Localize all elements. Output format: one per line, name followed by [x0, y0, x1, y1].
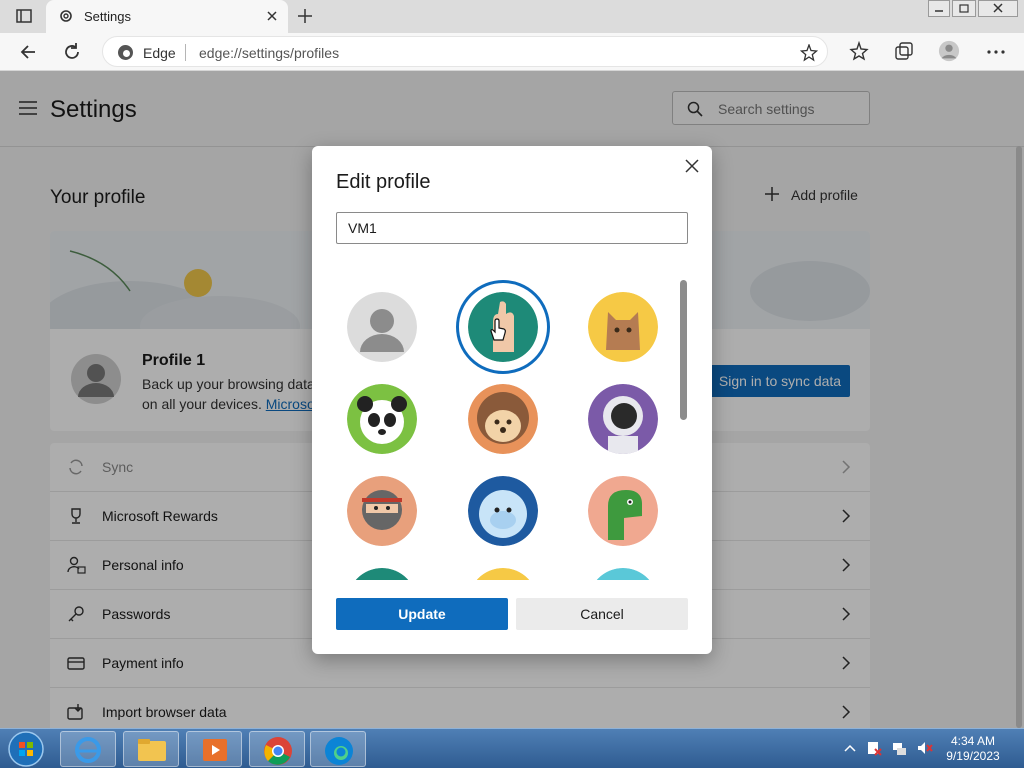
taskbar: 4:34 AM 9/19/2023	[0, 728, 1024, 768]
address-url[interactable]: edge://settings/profiles	[199, 45, 339, 61]
dialog-title: Edit profile	[336, 171, 431, 193]
browser-toolbar: Edge edge://settings/profiles	[0, 33, 1024, 71]
avatar-option-astronaut[interactable]	[588, 384, 658, 454]
tab-title: Settings	[84, 9, 131, 24]
restore-button[interactable]	[952, 0, 976, 17]
address-bar[interactable]: Edge edge://settings/profiles	[102, 36, 828, 67]
more-menu-icon[interactable]	[985, 41, 1007, 63]
start-button-icon[interactable]	[6, 730, 46, 768]
new-tab-icon[interactable]	[297, 8, 313, 24]
cancel-button[interactable]: Cancel	[516, 598, 688, 630]
add-favorite-icon[interactable]	[800, 44, 818, 62]
edit-profile-dialog: Edit profile VM1 Update Cancel	[312, 146, 712, 654]
chrome-icon	[264, 737, 292, 765]
avatar-scrollbar[interactable]	[680, 280, 687, 420]
taskbar-explorer-button[interactable]	[123, 731, 179, 767]
edge-icon	[325, 737, 353, 765]
taskbar-ie-button[interactable]	[60, 731, 116, 767]
collections-icon[interactable]	[893, 41, 915, 63]
close-window-button[interactable]	[978, 0, 1018, 17]
avatar-option-cat[interactable]	[588, 292, 658, 362]
taskbar-clock[interactable]: 4:34 AM 9/19/2023	[940, 734, 1006, 764]
update-button[interactable]: Update	[336, 598, 508, 630]
avatar-option-dinosaur[interactable]	[588, 476, 658, 546]
avatar-option-panda[interactable]	[347, 384, 417, 454]
media-player-icon	[203, 739, 227, 761]
close-tab-icon[interactable]	[264, 8, 280, 24]
taskbar-chrome-button[interactable]	[249, 731, 305, 767]
avatar-option-partial-3[interactable]	[588, 568, 658, 580]
avatar-option-ninja[interactable]	[347, 476, 417, 546]
refresh-icon[interactable]	[61, 41, 83, 63]
avatar-option-default-person[interactable]	[347, 292, 417, 362]
avatar-option-partial-1[interactable]	[347, 568, 417, 580]
profile-name-field[interactable]	[336, 212, 688, 244]
profile-avatar-icon[interactable]	[938, 40, 960, 62]
avatar-option-hedgehog[interactable]	[468, 384, 538, 454]
address-site-label: Edge	[143, 45, 176, 61]
folder-icon	[138, 739, 166, 761]
volume-muted-icon[interactable]	[916, 740, 934, 756]
tab-actions-icon[interactable]	[16, 8, 32, 24]
taskbar-edge-button[interactable]	[310, 731, 366, 767]
close-icon[interactable]	[682, 156, 702, 176]
show-hidden-icons-icon[interactable]	[844, 743, 856, 753]
hand-cursor-icon	[490, 318, 506, 341]
avatar-option-yeti[interactable]	[468, 476, 538, 546]
action-center-icon[interactable]	[866, 740, 882, 756]
tab-bar: Settings	[0, 0, 1024, 33]
clock-time: 4:34 AM	[950, 734, 996, 748]
tab-settings[interactable]: Settings	[46, 0, 288, 33]
favorites-icon[interactable]	[849, 41, 871, 63]
clock-date: 9/19/2023	[946, 749, 1000, 763]
edge-logo-icon	[118, 45, 133, 60]
avatar-option-partial-2[interactable]	[468, 568, 538, 580]
ie-icon	[75, 737, 101, 763]
address-separator	[185, 44, 186, 61]
network-icon[interactable]	[891, 740, 907, 756]
gear-icon	[60, 10, 72, 22]
page-scrollbar[interactable]	[1016, 146, 1022, 728]
taskbar-media-button[interactable]	[186, 731, 242, 767]
back-icon[interactable]	[17, 41, 39, 63]
minimize-button[interactable]	[928, 0, 950, 17]
